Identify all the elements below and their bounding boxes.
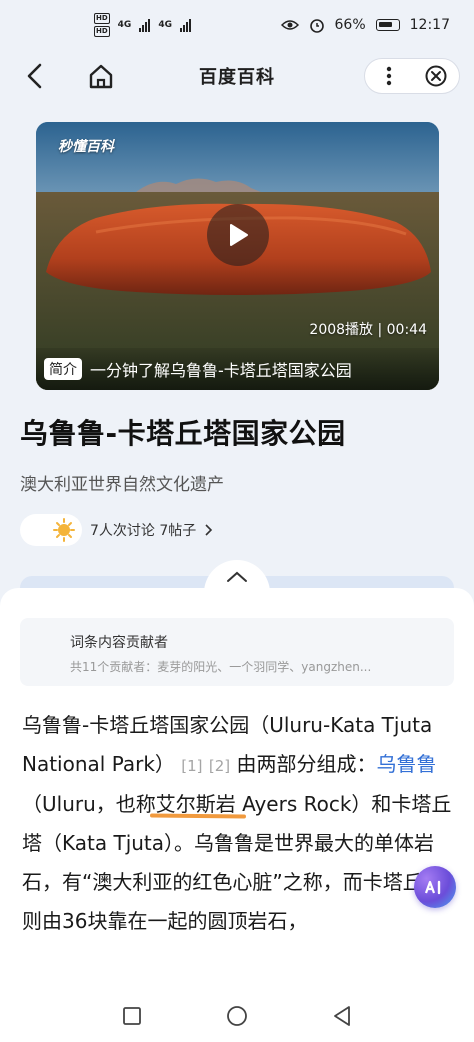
ai-icon — [424, 880, 441, 895]
contributors-list: 共11个贡献者：麦芽的阳光、一个羽同学、yangzhen... — [70, 660, 372, 674]
hd-badge-2: HD — [94, 26, 110, 37]
highlighted-term: 艾尔斯岩 — [155, 792, 236, 817]
discussion-count: 7人次讨论 7帖子 — [90, 523, 197, 539]
close-icon — [425, 65, 446, 87]
signal-icon — [139, 18, 151, 32]
recent-apps-icon[interactable] — [122, 1006, 142, 1026]
video-caption-bar: 简介 一分钟了解乌鲁鲁-卡塔丘塔国家公园 — [36, 348, 439, 390]
entry-subtitle: 澳大利亚世界自然文化遗产 — [20, 475, 224, 495]
battery-percent: 66% — [334, 17, 366, 33]
chevron-right-icon — [205, 524, 213, 536]
system-nav-bar — [0, 990, 474, 1042]
article-text-2: 由两部分组成： — [236, 751, 377, 776]
article-body: 乌鲁鲁-卡塔丘塔国家公园（Uluru-Kata Tjuta National P… — [22, 706, 454, 940]
more-dots-icon — [386, 66, 391, 86]
play-icon — [230, 224, 248, 246]
contributors-title: 词条内容贡献者 — [70, 635, 168, 651]
entry-title: 乌鲁鲁-卡塔丘塔国家公园 — [20, 417, 346, 450]
more-button[interactable] — [365, 59, 412, 93]
close-button[interactable] — [412, 59, 459, 93]
discussion-row[interactable]: 7人次讨论 7帖子 — [20, 514, 214, 546]
clock: 12:17 — [409, 17, 450, 33]
capsule-menu — [364, 58, 460, 94]
play-button[interactable] — [207, 204, 269, 266]
ai-assistant-button[interactable] — [414, 866, 456, 908]
contributors-box[interactable]: 词条内容贡献者 共11个贡献者：麦芽的阳光、一个羽同学、yangzhen... — [20, 618, 454, 686]
status-right: 66% 12:17 — [280, 17, 450, 33]
network-label-2: 4G — [158, 20, 172, 30]
home-circle-icon[interactable] — [226, 1005, 248, 1027]
network-label-1: 4G — [117, 20, 132, 30]
article-paragraph: 乌鲁鲁-卡塔丘塔国家公园（Uluru-Kata Tjuta National P… — [22, 706, 454, 940]
alarm-icon — [309, 19, 324, 33]
uluru-link[interactable]: 乌鲁鲁 — [377, 752, 437, 776]
back-triangle-icon[interactable] — [332, 1005, 352, 1027]
top-nav: 百度百科 — [0, 50, 474, 102]
article-text-3: （Uluru，也称 — [22, 792, 156, 817]
video-stats: 2008播放 | 00:44 — [309, 322, 427, 338]
chevron-up-icon — [227, 571, 247, 582]
sun-icon — [53, 518, 75, 542]
eye-icon — [280, 20, 299, 30]
caption-tag: 简介 — [44, 358, 82, 380]
status-left: HD HD 4G 4G — [94, 13, 191, 37]
hd-badge-1: HD — [94, 13, 110, 24]
signal-icon-2 — [179, 18, 191, 32]
status-bar: HD HD 4G 4G 66% 12:17 — [0, 0, 474, 50]
video-brand-logo: 秒懂百科 — [58, 139, 114, 155]
video-title: 一分钟了解乌鲁鲁-卡塔丘塔国家公园 — [90, 361, 352, 380]
reference-2[interactable]: [2] — [209, 757, 230, 775]
battery-icon — [375, 19, 400, 31]
reference-1[interactable]: [1] — [181, 757, 202, 775]
discussion-avatar-pill — [20, 514, 82, 546]
collapse-handle[interactable] — [204, 560, 270, 594]
video-card[interactable]: 秒懂百科 2008播放 | 00:44 简介 一分钟了解乌鲁鲁-卡塔丘塔国家公园 — [36, 122, 439, 390]
